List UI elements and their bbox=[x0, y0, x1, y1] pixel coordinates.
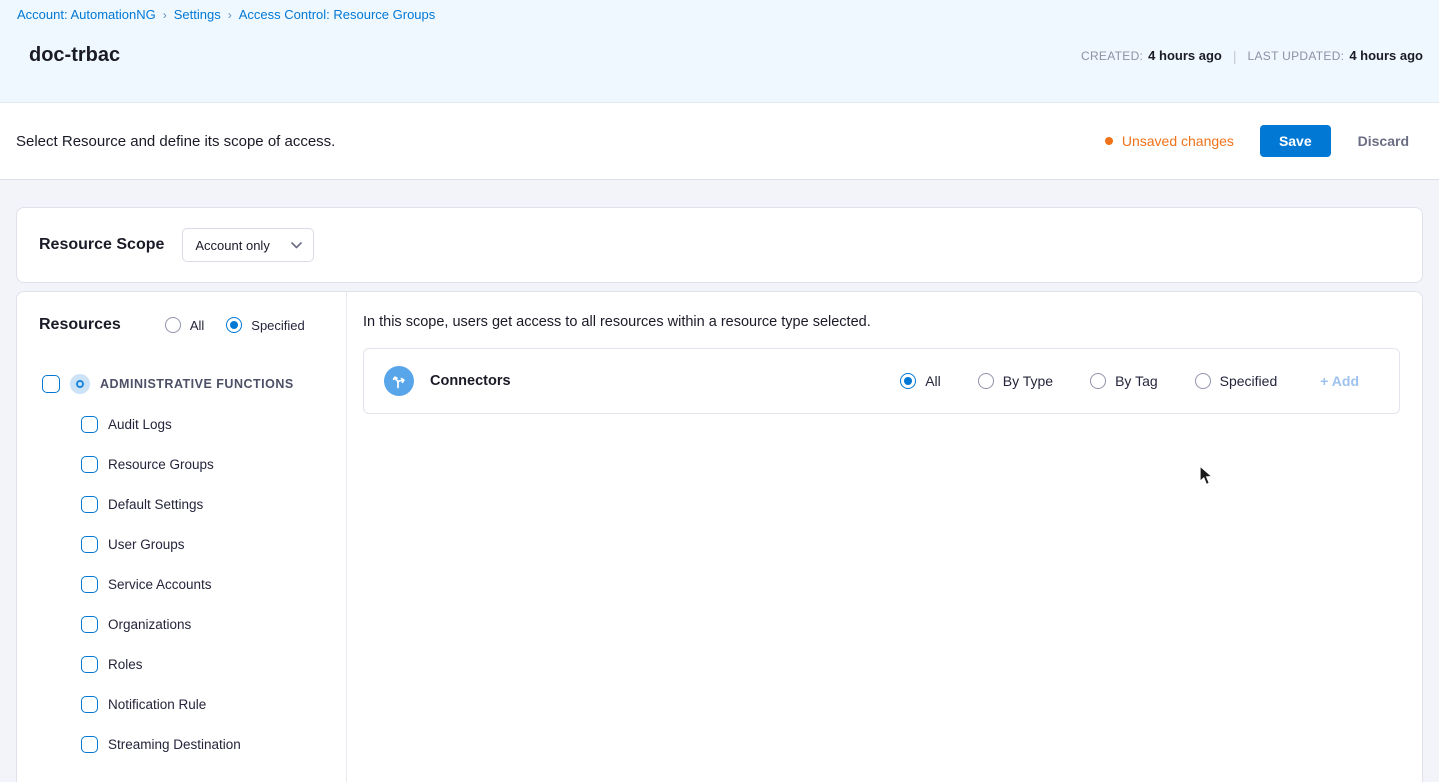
resource-item-resource-groups: Resource Groups bbox=[17, 444, 346, 484]
resource-item-audit-logs: Audit Logs bbox=[17, 404, 346, 444]
breadcrumb-settings-link[interactable]: Settings bbox=[174, 7, 221, 22]
resource-scope-title: Resource Scope bbox=[39, 236, 164, 254]
resource-item-roles: Roles bbox=[17, 644, 346, 684]
timestamps: CREATED: 4 hours ago | LAST UPDATED: 4 h… bbox=[1081, 48, 1423, 64]
group-checkbox[interactable] bbox=[42, 375, 60, 393]
unsaved-changes-label: Unsaved changes bbox=[1122, 133, 1234, 149]
resources-panel: Resources All Specified ADMINISTRATIVE F… bbox=[16, 291, 1423, 782]
connectors-row: Connectors All By Type By Tag bbox=[363, 348, 1400, 414]
content-area: Resource Scope Account only Resources Al… bbox=[0, 180, 1439, 782]
category-target-icon bbox=[70, 374, 90, 394]
radio-unselected-icon[interactable] bbox=[978, 373, 994, 389]
connectors-option-specified[interactable]: Specified bbox=[1195, 373, 1278, 389]
resource-item-service-accounts: Service Accounts bbox=[17, 564, 346, 604]
resource-scope-card: Resource Scope Account only bbox=[16, 207, 1423, 283]
created-label: CREATED: bbox=[1081, 49, 1143, 63]
item-checkbox[interactable] bbox=[81, 456, 98, 473]
save-button[interactable]: Save bbox=[1260, 125, 1331, 157]
breadcrumb-access-control-link[interactable]: Access Control: Resource Groups bbox=[239, 7, 436, 22]
breadcrumb-separator-icon: › bbox=[228, 8, 232, 22]
resource-item-notification-rule: Notification Rule bbox=[17, 684, 346, 724]
item-checkbox[interactable] bbox=[81, 696, 98, 713]
scope-definition-area: In this scope, users get access to all r… bbox=[347, 292, 1422, 782]
radio-unselected-icon[interactable] bbox=[165, 317, 181, 333]
resources-mode-specified[interactable]: Specified bbox=[226, 317, 304, 333]
item-checkbox[interactable] bbox=[81, 416, 98, 433]
connectors-scope-radios: All By Type By Tag Specified bbox=[900, 373, 1277, 389]
item-checkbox[interactable] bbox=[81, 616, 98, 633]
breadcrumb-separator-icon: › bbox=[163, 8, 167, 22]
breadcrumb-account-link[interactable]: Account: AutomationNG bbox=[17, 7, 156, 22]
radio-unselected-icon[interactable] bbox=[1195, 373, 1211, 389]
resource-item-streaming-destination: Streaming Destination bbox=[17, 724, 346, 764]
connectors-option-all[interactable]: All bbox=[900, 373, 941, 389]
connectors-option-by-type[interactable]: By Type bbox=[978, 373, 1053, 389]
resource-item-user-groups: User Groups bbox=[17, 524, 346, 564]
created-value: 4 hours ago bbox=[1148, 48, 1222, 63]
resources-sidebar: Resources All Specified ADMINISTRATIVE F… bbox=[17, 292, 347, 782]
page-title: doc-trbac bbox=[29, 44, 120, 67]
resource-item-organizations: Organizations bbox=[17, 604, 346, 644]
radio-selected-icon[interactable] bbox=[900, 373, 916, 389]
resource-item-default-settings: Default Settings bbox=[17, 484, 346, 524]
scope-note: In this scope, users get access to all r… bbox=[363, 314, 1400, 330]
item-checkbox[interactable] bbox=[81, 496, 98, 513]
discard-button[interactable]: Discard bbox=[1358, 133, 1409, 149]
resource-scope-dropdown[interactable]: Account only bbox=[182, 228, 314, 262]
radio-unselected-icon[interactable] bbox=[1090, 373, 1106, 389]
resources-title: Resources bbox=[39, 316, 121, 334]
resources-mode-all[interactable]: All bbox=[165, 317, 204, 333]
resource-group-administrative-functions: ADMINISTRATIVE FUNCTIONS bbox=[17, 364, 346, 404]
action-toolbar: Select Resource and define its scope of … bbox=[0, 103, 1439, 180]
unsaved-changes-badge: Unsaved changes bbox=[1105, 133, 1234, 149]
page-header: Account: AutomationNG › Settings › Acces… bbox=[0, 0, 1439, 103]
unsaved-dot-icon bbox=[1105, 137, 1113, 145]
item-checkbox[interactable] bbox=[81, 536, 98, 553]
resources-mode-radios: All Specified bbox=[165, 317, 305, 333]
radio-selected-icon[interactable] bbox=[226, 317, 242, 333]
chevron-down-icon bbox=[291, 242, 302, 249]
group-label: ADMINISTRATIVE FUNCTIONS bbox=[100, 377, 294, 391]
resource-scope-selected-value: Account only bbox=[195, 238, 269, 253]
item-checkbox[interactable] bbox=[81, 576, 98, 593]
item-checkbox[interactable] bbox=[81, 656, 98, 673]
last-updated-value: 4 hours ago bbox=[1349, 48, 1423, 63]
toolbar-description: Select Resource and define its scope of … bbox=[16, 133, 335, 150]
add-button[interactable]: + Add bbox=[1320, 373, 1359, 389]
connectors-option-by-tag[interactable]: By Tag bbox=[1090, 373, 1158, 389]
resource-type-name: Connectors bbox=[430, 373, 511, 389]
meta-divider: | bbox=[1233, 48, 1237, 64]
last-updated-label: LAST UPDATED: bbox=[1248, 49, 1345, 63]
branch-arrows-icon bbox=[384, 366, 414, 396]
breadcrumb: Account: AutomationNG › Settings › Acces… bbox=[17, 7, 1423, 22]
item-checkbox[interactable] bbox=[81, 736, 98, 753]
